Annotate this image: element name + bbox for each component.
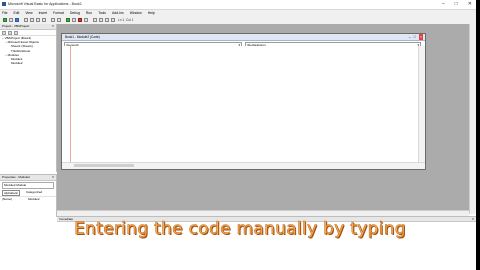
toggle-folders-icon[interactable] — [14, 31, 18, 35]
maximize-icon[interactable]: □ — [455, 1, 458, 7]
code-window-titlebar: Book1 - Module2 (Code) – □ × — [62, 34, 425, 41]
window-controls: – □ ✕ — [442, 1, 472, 7]
minimize-icon[interactable]: – — [442, 1, 445, 7]
find-icon[interactable] — [42, 18, 46, 22]
maximize-icon[interactable]: □ — [414, 34, 416, 40]
cut-icon[interactable] — [24, 18, 28, 22]
project-explorer-icon[interactable] — [93, 18, 97, 22]
code-window-title: Book1 - Module2 (Code) — [65, 35, 100, 39]
excel-view-icon[interactable] — [3, 18, 7, 22]
tab-alphabetic[interactable]: Alphabetic — [2, 190, 21, 196]
code-margin — [70, 46, 71, 163]
save-icon[interactable] — [15, 18, 19, 22]
undo-icon[interactable] — [51, 18, 55, 22]
code-vertical-scrollbar[interactable] — [418, 46, 425, 163]
code-horizontal-scrollbar[interactable] — [62, 162, 425, 169]
toolbox-icon[interactable] — [111, 18, 115, 22]
properties-window-icon[interactable] — [99, 18, 103, 22]
video-caption: Entering the code manually by typing — [74, 219, 406, 240]
reset-icon[interactable] — [78, 18, 82, 22]
design-mode-icon[interactable] — [84, 18, 88, 22]
tab-categorized[interactable]: Categorized — [26, 190, 42, 196]
close-icon[interactable]: ✕ — [468, 1, 472, 7]
copy-icon[interactable] — [30, 18, 34, 22]
minimize-icon[interactable]: – — [409, 34, 411, 40]
break-icon[interactable] — [72, 18, 76, 22]
close-icon[interactable]: × — [52, 24, 54, 29]
object-browser-icon[interactable] — [105, 18, 109, 22]
scrollbar-thumb[interactable] — [74, 164, 134, 167]
view-code-icon[interactable] — [2, 31, 6, 35]
vba-app-icon — [2, 2, 6, 6]
code-window-controls: – □ × — [409, 34, 423, 40]
workspace-vertical-scrollbar[interactable] — [469, 24, 476, 214]
properties-pane-title: Properties - Module2 — [2, 175, 30, 179]
run-icon[interactable] — [66, 18, 70, 22]
code-window: Book1 - Module2 (Code) – □ × (General) ▾… — [61, 33, 426, 170]
redo-icon[interactable] — [57, 18, 61, 22]
property-row[interactable]: (Name) Module2 — [0, 196, 56, 202]
view-object-icon[interactable] — [8, 31, 12, 35]
property-value[interactable]: Module2 — [26, 197, 40, 202]
close-icon[interactable]: × — [52, 175, 54, 180]
window-title: Microsoft Visual Basic for Applications … — [8, 2, 82, 6]
properties-pane-header: Properties - Module2 × — [0, 175, 56, 181]
project-pane-header: Project - VBAProject × — [0, 24, 56, 30]
code-editor[interactable] — [62, 46, 420, 163]
title-bar: Microsoft Visual Basic for Applications … — [0, 0, 476, 10]
insert-module-icon[interactable] — [9, 18, 13, 22]
paste-icon[interactable] — [36, 18, 40, 22]
project-tree: − VBAProject (Book1) − Microsoft Excel O… — [0, 36, 56, 65]
tree-node-module2[interactable]: Module2 — [0, 61, 56, 65]
cursor-position: Ln 1, Col 1 — [118, 18, 134, 22]
project-explorer-pane: Project - VBAProject × − VBAProject (Boo… — [0, 24, 57, 172]
property-name: (Name) — [2, 197, 13, 201]
object-selector[interactable]: Module2 Module — [2, 182, 54, 189]
project-pane-title: Project - VBAProject — [2, 24, 30, 28]
close-icon[interactable]: × — [418, 34, 423, 40]
properties-pane: Properties - Module2 × Module2 Module Al… — [0, 174, 57, 217]
